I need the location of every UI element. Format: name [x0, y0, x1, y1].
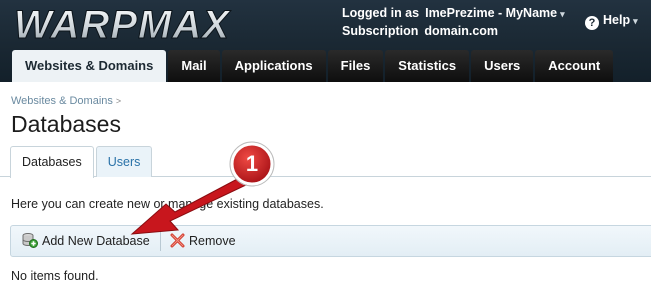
subtab-databases[interactable]: Databases: [10, 146, 94, 178]
user-menu[interactable]: Logged in as ImePrezime - MyName ▾: [342, 5, 565, 23]
chevron-down-icon: ▾: [560, 9, 565, 19]
callout-number: 1: [245, 151, 259, 176]
page-description: Here you can create new or manage existi…: [11, 197, 324, 211]
subscription-label: Subscription: [342, 24, 419, 38]
breadcrumb: Websites & Domains >: [11, 95, 121, 107]
chevron-down-icon: ▾: [633, 16, 638, 26]
remove-icon: [170, 233, 185, 248]
account-info: Logged in as ImePrezime - MyName ▾ Subscri…: [342, 5, 565, 40]
subtab-users[interactable]: Users: [95, 146, 153, 177]
help-label: Help: [603, 13, 631, 27]
tab-statistics[interactable]: Statistics: [385, 50, 470, 82]
database-toolbar: Add New Database Remove: [10, 225, 651, 257]
logged-in-label: Logged in as: [342, 6, 420, 20]
remove-button[interactable]: Remove: [170, 226, 236, 256]
subscription-domain[interactable]: domain.com: [424, 24, 498, 38]
tab-users[interactable]: Users: [471, 50, 534, 82]
tab-account[interactable]: Account: [535, 50, 614, 82]
empty-list-message: No items found.: [11, 269, 99, 283]
sub-tabs: Databases Users: [10, 146, 154, 178]
help-menu[interactable]: ? Help ▾: [585, 13, 638, 30]
warpmax-logo[interactable]: WARPMAX: [10, 4, 310, 46]
database-add-icon: [22, 233, 38, 248]
breadcrumb-separator: >: [115, 96, 122, 106]
user-name[interactable]: ImePrezime - MyName: [425, 6, 557, 20]
tab-applications[interactable]: Applications: [221, 50, 326, 82]
add-new-database-label: Add New Database: [42, 234, 150, 248]
add-new-database-button[interactable]: Add New Database: [22, 226, 150, 256]
subscription-row: Subscription domain.com: [342, 23, 565, 40]
toolbar-divider: [160, 232, 161, 251]
header-bar: WARPMAX Logged in as ImePrezime - MyName ▾…: [0, 0, 651, 82]
remove-label: Remove: [189, 234, 236, 248]
tab-websites-domains[interactable]: Websites & Domains: [12, 50, 167, 82]
main-nav: Websites & Domains Mail Applications Fil…: [12, 50, 615, 82]
tab-mail[interactable]: Mail: [168, 50, 220, 82]
help-icon: ?: [585, 16, 599, 30]
svg-text:WARPMAX: WARPMAX: [14, 4, 231, 46]
page-title: Databases: [11, 111, 121, 137]
tab-files[interactable]: Files: [327, 50, 384, 82]
breadcrumb-websites-domains[interactable]: Websites & Domains: [11, 95, 113, 107]
